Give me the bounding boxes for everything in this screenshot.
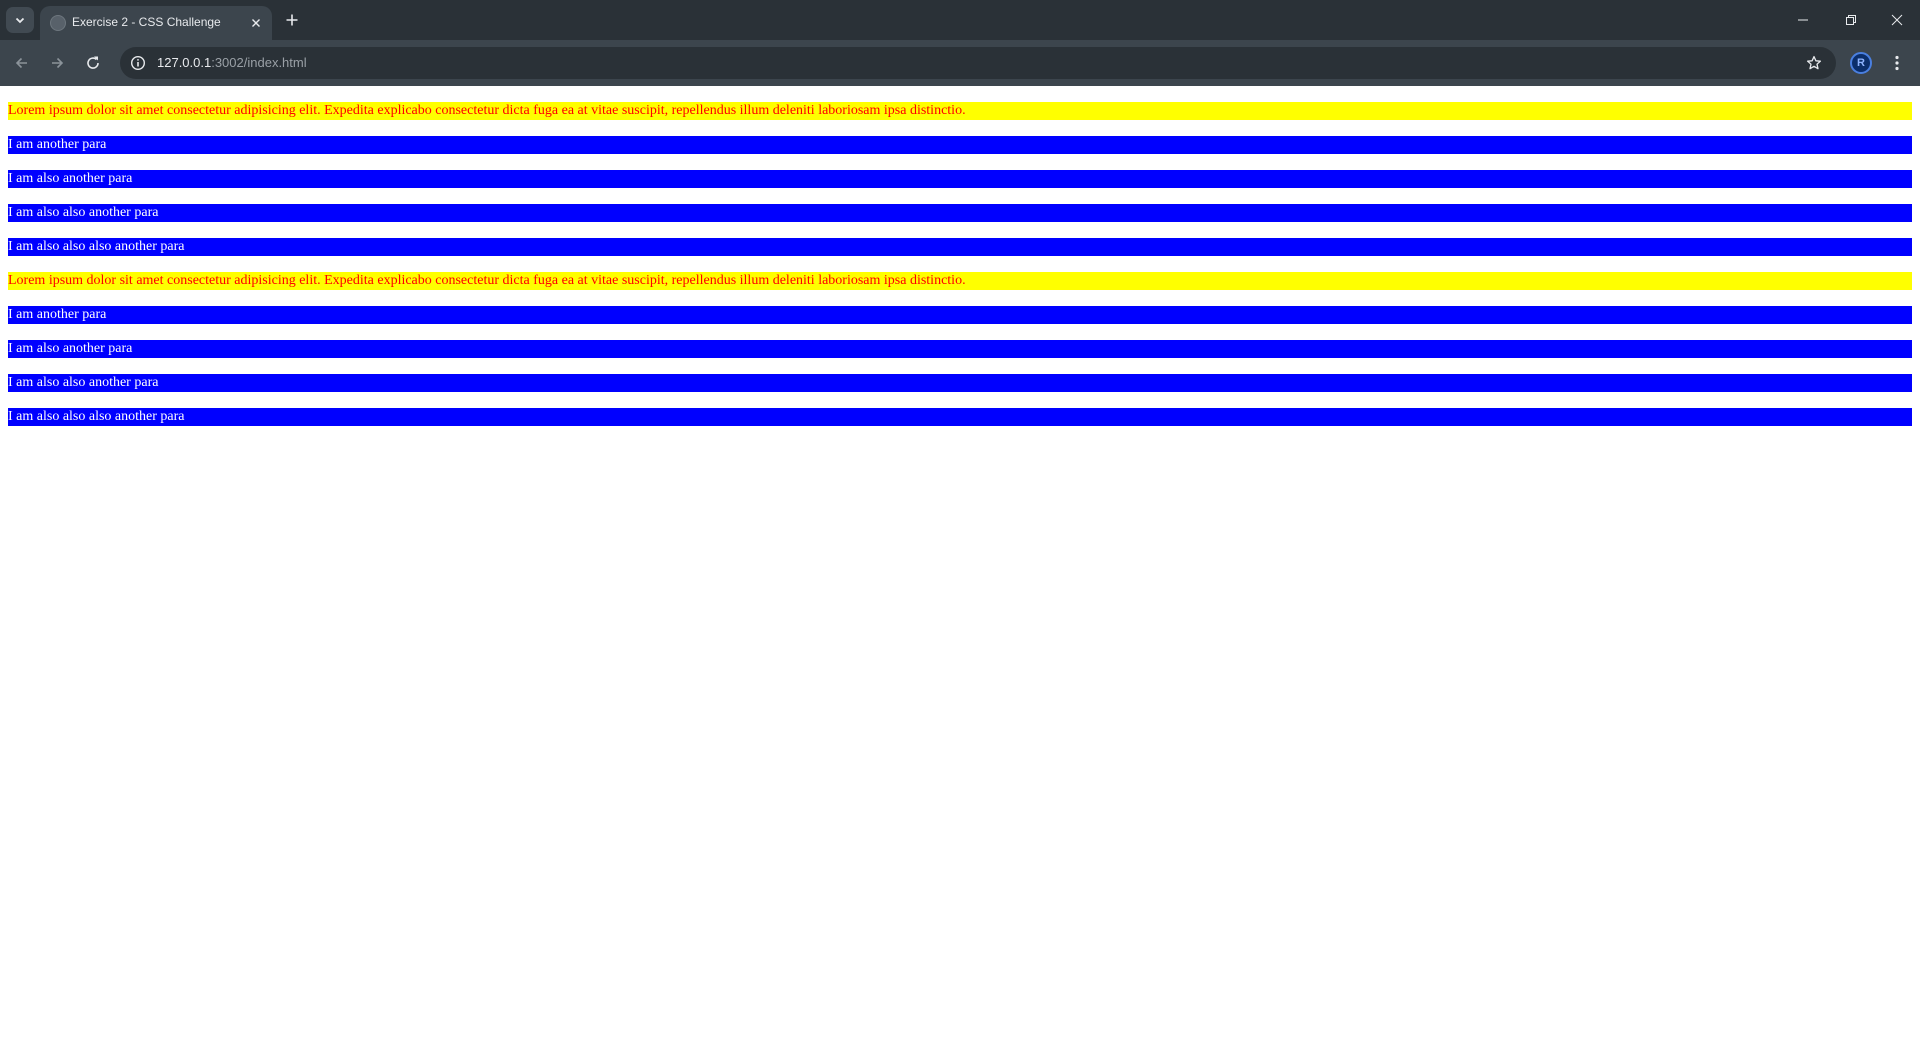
tab-close-button[interactable] bbox=[246, 13, 266, 33]
lorem-paragraph: Lorem ipsum dolor sit amet consectetur a… bbox=[8, 272, 1912, 290]
blue-paragraph: I am also also also another para bbox=[8, 238, 1912, 256]
forward-button[interactable] bbox=[43, 49, 71, 77]
reload-button[interactable] bbox=[79, 49, 107, 77]
back-button[interactable] bbox=[8, 49, 36, 77]
blue-paragraph: I am another para bbox=[8, 306, 1912, 324]
bookmark-button[interactable] bbox=[1804, 53, 1824, 73]
browser-tab-active[interactable]: Exercise 2 - CSS Challenge bbox=[40, 6, 272, 40]
url-host: 127.0.0.1 bbox=[157, 55, 212, 70]
address-bar[interactable]: 127.0.0.1:3002/index.html bbox=[120, 47, 1836, 79]
lorem-paragraph: Lorem ipsum dolor sit amet consectetur a… bbox=[8, 102, 1912, 120]
arrow-right-icon bbox=[52, 57, 64, 69]
restore-button[interactable] bbox=[1828, 0, 1874, 40]
browser-menu-button[interactable] bbox=[1884, 50, 1910, 76]
blue-paragraph: I am also also another para bbox=[8, 374, 1912, 392]
browser-titlebar: Exercise 2 - CSS Challenge bbox=[0, 0, 1920, 40]
blue-paragraph: I am also another para bbox=[8, 340, 1912, 358]
star-icon bbox=[1806, 55, 1822, 70]
profile-avatar[interactable]: R bbox=[1850, 52, 1872, 74]
page-content: Lorem ipsum dolor sit amet consectetur a… bbox=[0, 86, 1920, 1040]
blue-paragraph: I am also also another para bbox=[8, 204, 1912, 222]
blue-paragraph: I am another para bbox=[8, 136, 1912, 154]
arrow-left-icon bbox=[15, 57, 27, 69]
tab-title: Exercise 2 - CSS Challenge bbox=[72, 15, 221, 29]
close-icon bbox=[1891, 14, 1903, 26]
info-icon bbox=[130, 55, 146, 71]
site-info-button[interactable] bbox=[128, 53, 148, 73]
kebab-menu-icon bbox=[1895, 55, 1899, 71]
blue-paragraph: I am also another para bbox=[8, 170, 1912, 188]
new-tab-button[interactable] bbox=[280, 8, 304, 32]
close-icon bbox=[252, 19, 260, 27]
browser-toolbar: 127.0.0.1:3002/index.html R bbox=[0, 40, 1920, 86]
url-path: :3002/index.html bbox=[211, 55, 307, 70]
plus-icon bbox=[286, 14, 298, 26]
globe-icon bbox=[50, 15, 66, 31]
tab-search-button[interactable] bbox=[6, 7, 34, 33]
blue-paragraph: I am also also also another para bbox=[8, 408, 1912, 426]
reload-icon bbox=[87, 56, 99, 69]
chevron-down-icon bbox=[15, 17, 25, 24]
url-text[interactable]: 127.0.0.1:3002/index.html bbox=[157, 55, 307, 70]
close-window-button[interactable] bbox=[1874, 0, 1920, 40]
minimize-icon bbox=[1798, 19, 1808, 21]
minimize-button[interactable] bbox=[1780, 0, 1826, 40]
restore-icon bbox=[1846, 15, 1856, 25]
